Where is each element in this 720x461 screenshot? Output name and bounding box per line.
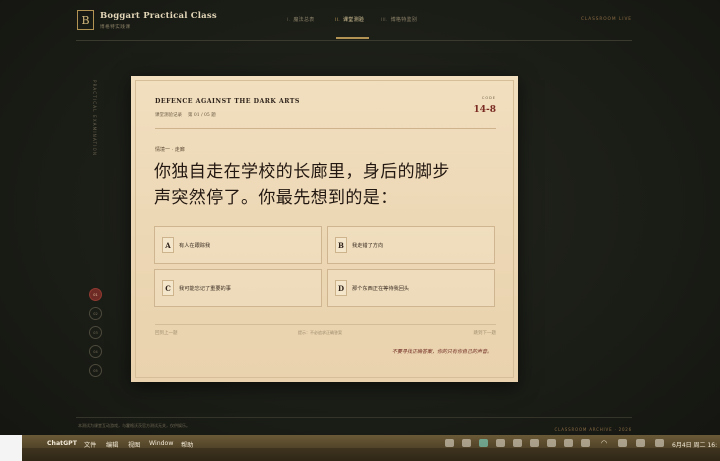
option-text: 我可能忘记了重要的事 (179, 285, 231, 292)
question-dot-1[interactable]: 01 (89, 288, 102, 301)
tray-app-icon[interactable] (530, 439, 539, 447)
tray-app-icon[interactable] (462, 439, 471, 447)
prev-question-button[interactable]: 回到上一题 (155, 330, 178, 336)
menubar-clock[interactable]: 6月4日 周二 16: (672, 440, 717, 449)
option-b[interactable]: B 我走错了方向 (327, 226, 495, 264)
nav-item-spell-list[interactable]: I. 魔法总表 (287, 16, 315, 23)
question-dot-5[interactable]: 05 (89, 364, 102, 377)
header-divider (76, 40, 632, 41)
battery-icon[interactable] (581, 439, 590, 447)
nav-label: 博格特鉴别 (390, 17, 418, 23)
menu-app-name[interactable]: ChatGPT (47, 440, 77, 447)
option-letter: C (162, 280, 174, 296)
search-icon[interactable] (618, 439, 627, 447)
menu-file[interactable]: 文件 (84, 440, 96, 449)
question-text: 你独自走在学校的长廊里，身后的脚步声突然停了。你最先想到的是： (154, 162, 450, 208)
quiz-card: DEFENCE AGAINST THE DARK ARTS 课堂测验记录 第 01… (131, 76, 518, 382)
menu-edit[interactable]: 编辑 (106, 440, 118, 449)
question-dot-4[interactable]: 04 (89, 345, 102, 358)
option-text: 那个东西正在等待我回头 (352, 285, 410, 292)
next-question-button[interactable]: 跳到下一题 (474, 330, 497, 336)
menu-help[interactable]: 帮助 (181, 440, 193, 449)
top-header: B Boggart Practical Class 博格特实践课 I. 魔法总表 … (0, 0, 720, 42)
option-c[interactable]: C 我可能忘记了重要的事 (154, 269, 322, 307)
option-letter: D (335, 280, 347, 296)
siri-icon[interactable] (655, 439, 664, 447)
footer-disclaimer: 本测试为课堂互动游戏，与霍格沃茨官方测试无关，仅供娱乐。 (78, 423, 190, 428)
logo[interactable]: B (77, 10, 94, 30)
nav-label: 课堂测验 (343, 17, 365, 23)
question-dot-3[interactable]: 03 (89, 326, 102, 339)
classroom-link[interactable]: CLASSROOM (581, 17, 616, 22)
wifi-icon[interactable]: ◠ (601, 439, 607, 447)
card-divider (155, 128, 496, 129)
handwritten-note: 不要寻找正确答案，你的只有你自己的声音。 (391, 349, 492, 355)
option-letter: A (162, 237, 174, 253)
live-link[interactable]: LIVE (619, 17, 632, 22)
vertical-caption: PRACTICAL EXAMINATION (92, 80, 97, 157)
question-dot-2[interactable]: 02 (89, 307, 102, 320)
tray-app-icon[interactable] (547, 439, 556, 447)
record-label: 课堂测验记录 (155, 113, 182, 118)
hint-text: 提示：不必追求正确答案 (298, 330, 342, 335)
window-corner (0, 435, 22, 461)
control-center-icon[interactable] (636, 439, 645, 447)
record-line: 课堂测验记录 第 01 / 05 题 (155, 112, 222, 118)
menubar-shade (22, 448, 720, 461)
tray-app-icon[interactable] (564, 439, 573, 447)
tray-app-icon[interactable] (513, 439, 522, 447)
menu-view[interactable]: 视图 (128, 440, 140, 449)
option-text: 我走错了方向 (352, 242, 384, 249)
nav-number: I. (287, 18, 291, 23)
nav-item-boggart-identify[interactable]: III. 博格特鉴别 (381, 16, 417, 23)
nav-item-class-quiz[interactable]: II. 课堂测验 (335, 16, 364, 23)
scenario-label: 情境一 · 走廊 (155, 147, 185, 153)
tray-app-icon[interactable] (445, 439, 454, 447)
footer-divider (155, 324, 496, 325)
nav-active-indicator (336, 37, 369, 39)
subject-title: DEFENCE AGAINST THE DARK ARTS (155, 98, 300, 105)
nav-number: II. (335, 18, 340, 23)
option-a[interactable]: A 有人在跟踪我 (154, 226, 322, 264)
page-footer-divider (76, 417, 632, 418)
record-count: 第 01 / 05 题 (188, 113, 216, 118)
nav-number: III. (381, 18, 388, 23)
tray-app-icon[interactable] (479, 439, 488, 447)
option-letter: B (335, 237, 347, 253)
brand-title: Boggart Practical Class (100, 11, 217, 21)
footer-archive: CLASSROOM ARCHIVE · 2026 (554, 427, 632, 432)
brand-subtitle: 博格特实践课 (100, 25, 131, 30)
menu-window[interactable]: Window (149, 440, 173, 447)
option-text: 有人在跟踪我 (179, 242, 211, 249)
code-value: 14-8 (473, 105, 496, 115)
tray-app-icon[interactable] (496, 439, 505, 447)
option-d[interactable]: D 那个东西正在等待我回头 (327, 269, 495, 307)
code-label: CODE (481, 96, 496, 100)
nav-label: 魔法总表 (293, 17, 315, 23)
